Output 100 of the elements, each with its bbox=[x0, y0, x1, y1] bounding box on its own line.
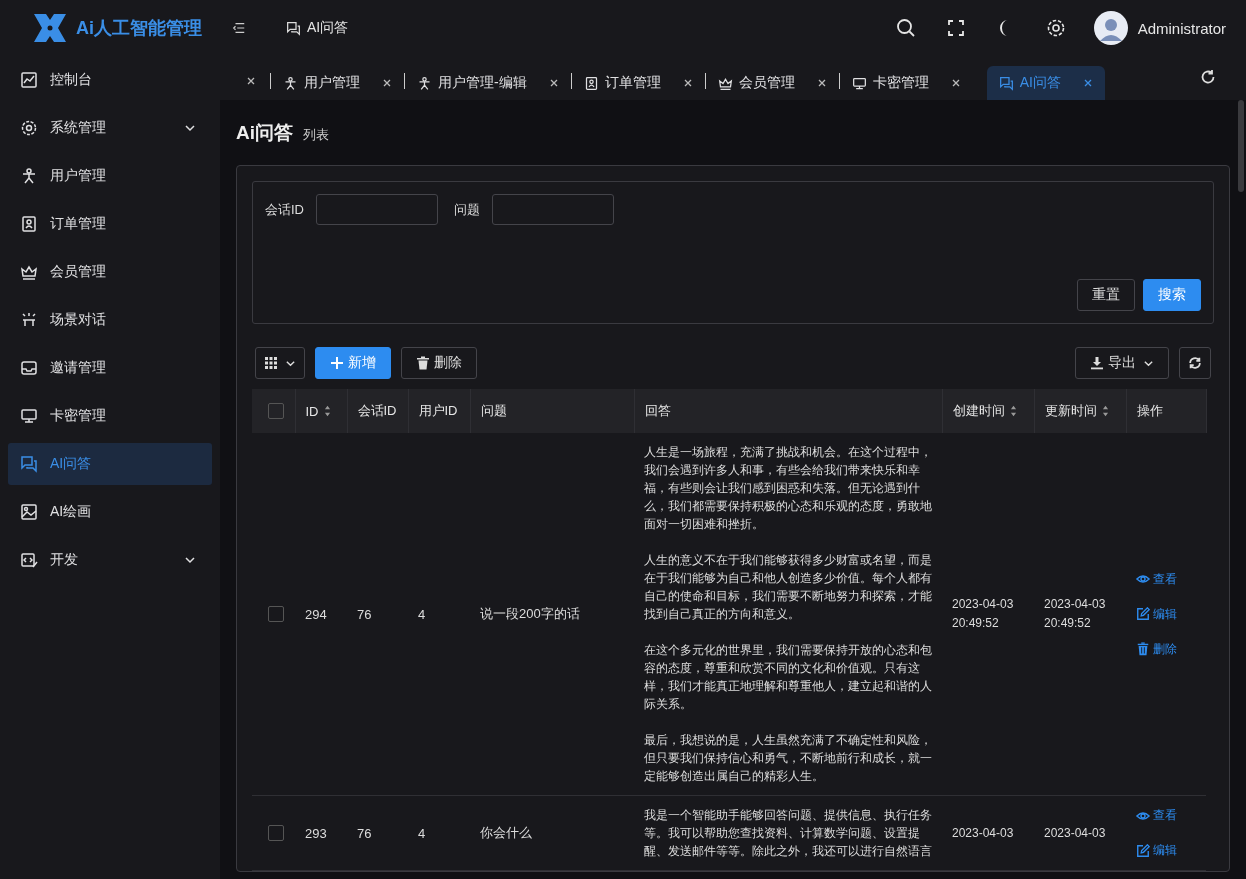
clip-icon bbox=[20, 215, 38, 233]
sidebar-item[interactable]: 邀请管理 bbox=[8, 347, 212, 389]
sidebar-item[interactable]: 控制台 bbox=[8, 59, 212, 101]
date-text: 2023-04-03 bbox=[952, 596, 1015, 613]
sidebar-item[interactable]: 用户管理 bbox=[8, 155, 212, 197]
sidebar-item[interactable]: 系统管理 bbox=[8, 107, 212, 149]
answer-paragraph: 人生是一场旅程，充满了挑战和机会。在这个过程中，我们会遇到许多人和事，有些会给我们带来快乐和幸福，有些则会让我们感到困惑和失落。但无论遇到什么，我们都需要保持积极的心态和乐观的态度，勇敢地面对一切困难和挫折。 bbox=[644, 444, 932, 533]
tab[interactable]: AI问答 bbox=[986, 66, 1105, 100]
page-title: Ai问答 bbox=[236, 121, 293, 145]
edit-icon bbox=[1136, 607, 1150, 621]
edit-link[interactable]: 编辑 bbox=[1136, 605, 1196, 623]
close-icon[interactable] bbox=[246, 76, 256, 86]
chat-icon bbox=[20, 455, 38, 473]
column-header[interactable]: ID bbox=[295, 389, 347, 433]
sort-icon[interactable] bbox=[323, 405, 331, 417]
answer-paragraph: 人生的意义不在于我们能够获得多少财富或名望，而是在于我们能够为自己和他人创造多少价值。每个人都有自己的使命和目标，我们需要不断地努力和探索，才能找到自己真正的方向和意义。 bbox=[644, 552, 932, 623]
date-text: 2023-04-03 bbox=[1044, 824, 1107, 842]
clip-icon bbox=[583, 75, 599, 91]
plus-icon bbox=[330, 356, 344, 370]
filter-field[interactable] bbox=[492, 194, 614, 225]
close-icon[interactable] bbox=[816, 78, 827, 88]
close-icon[interactable] bbox=[682, 78, 693, 88]
chat-icon bbox=[998, 75, 1014, 91]
trash-icon bbox=[416, 356, 430, 370]
person-icon bbox=[417, 75, 432, 91]
edit-icon bbox=[1136, 843, 1150, 858]
columns-button[interactable] bbox=[255, 347, 305, 379]
collapse-menu-icon[interactable] bbox=[232, 21, 246, 35]
table-cell: 说一段200字的话 bbox=[480, 606, 580, 621]
scene-icon bbox=[20, 311, 38, 329]
view-link[interactable]: 查看 bbox=[1136, 570, 1196, 588]
sort-icon[interactable] bbox=[1101, 405, 1109, 417]
column-header[interactable]: 会话ID bbox=[347, 389, 408, 433]
table-cell: 你会什么 bbox=[480, 825, 532, 840]
reset-button[interactable]: 重置 bbox=[1077, 279, 1135, 311]
sidebar-item[interactable]: AI绘画 bbox=[8, 491, 212, 533]
crown-icon bbox=[20, 263, 38, 281]
close-icon[interactable] bbox=[382, 78, 392, 88]
close-icon[interactable] bbox=[548, 78, 559, 88]
sidebar-item[interactable]: 订单管理 bbox=[8, 203, 212, 245]
close-icon[interactable] bbox=[1082, 78, 1093, 88]
column-header[interactable]: 创建时间 bbox=[942, 389, 1034, 433]
image-icon bbox=[20, 503, 38, 521]
gear-icon bbox=[20, 119, 38, 137]
column-header[interactable]: 更新时间 bbox=[1034, 389, 1126, 433]
monitor-icon bbox=[20, 407, 38, 425]
sort-icon[interactable] bbox=[1009, 405, 1017, 417]
filter-label: 问题 bbox=[454, 200, 480, 219]
settings-icon[interactable] bbox=[1045, 18, 1066, 38]
fullscreen-icon[interactable] bbox=[945, 18, 966, 38]
tab[interactable]: 会员管理 bbox=[705, 66, 839, 100]
table-cell: 4 bbox=[418, 825, 426, 841]
download-icon bbox=[1090, 356, 1104, 370]
page-subtitle: 列表 bbox=[303, 126, 329, 144]
export-button[interactable]: 导出 bbox=[1075, 347, 1169, 379]
column-header[interactable]: 用户ID bbox=[408, 389, 470, 433]
delete-button[interactable]: 删除 bbox=[401, 347, 477, 379]
crown-icon bbox=[717, 75, 733, 91]
monitor-icon bbox=[851, 75, 867, 91]
person-icon bbox=[283, 75, 298, 91]
table-cell: 293 bbox=[305, 825, 327, 841]
user-name[interactable]: Administrator bbox=[1137, 19, 1226, 37]
trash-icon bbox=[1136, 642, 1150, 656]
breadcrumb: AI问答 bbox=[307, 19, 349, 37]
answer-paragraph: 在这个多元化的世界里，我们需要保持开放的心态和包容的态度，尊重和欣赏不同的文化和价值观。只有这样，我们才能真正地理解和尊重他人，建立起和谐的人际关系。 bbox=[644, 642, 932, 713]
scrollbar-thumb[interactable] bbox=[1238, 100, 1244, 192]
close-icon[interactable] bbox=[950, 78, 961, 88]
refresh-icon[interactable] bbox=[1200, 69, 1216, 85]
search-icon[interactable] bbox=[895, 18, 916, 38]
code-icon bbox=[20, 551, 38, 569]
answer-paragraph: 最后，我想说的是，人生虽然充满了不确定性和风险，但只要我们保持信心和勇气，不断地前行和成长，就一定能够创造出属自己的精彩人生。 bbox=[644, 732, 932, 785]
chart-icon bbox=[20, 71, 38, 89]
column-header[interactable]: 操作 bbox=[1126, 389, 1206, 433]
sidebar-item[interactable]: 会员管理 bbox=[8, 251, 212, 293]
refresh-button[interactable] bbox=[1179, 347, 1211, 379]
table-cell: 76 bbox=[357, 606, 372, 622]
row-checkbox[interactable] bbox=[268, 825, 284, 842]
sidebar-item[interactable]: 场景对话 bbox=[8, 299, 212, 341]
column-header[interactable]: 回答 bbox=[634, 389, 942, 433]
filter-field[interactable] bbox=[316, 194, 438, 225]
table-cell: 294 bbox=[305, 606, 327, 622]
date-text: 20:49:52 bbox=[1044, 615, 1092, 632]
select-all-checkbox[interactable] bbox=[268, 403, 284, 420]
row-checkbox[interactable] bbox=[268, 606, 284, 623]
tab[interactable]: 订单管理 bbox=[571, 66, 705, 100]
sidebar-item[interactable]: AI问答 bbox=[8, 443, 212, 485]
tab[interactable]: 用户管理 bbox=[271, 66, 404, 100]
tab[interactable]: 用户管理-编辑 bbox=[405, 66, 571, 100]
sidebar-item[interactable]: 开发 bbox=[8, 539, 212, 581]
chevron-down-icon bbox=[184, 122, 196, 134]
delete-link[interactable]: 删除 bbox=[1136, 640, 1196, 658]
avatar[interactable] bbox=[1093, 11, 1128, 45]
person-icon bbox=[20, 167, 38, 185]
edit-link[interactable]: 编辑 bbox=[1136, 842, 1196, 859]
answer-paragraph: 我是一个智能助手能够回答问题、提供信息、执行任务等。我可以帮助您查找资料、计算数学问题、设置提醒、发送邮件等等。除此之外，我还可以进行自然语言 bbox=[644, 807, 932, 860]
column-header[interactable]: 问题 bbox=[470, 389, 634, 433]
tab[interactable]: 卡密管理 bbox=[839, 66, 973, 100]
view-link[interactable]: 查看 bbox=[1136, 807, 1196, 824]
filter-label: 会话ID bbox=[265, 200, 304, 219]
sidebar-item[interactable]: 卡密管理 bbox=[8, 395, 212, 437]
